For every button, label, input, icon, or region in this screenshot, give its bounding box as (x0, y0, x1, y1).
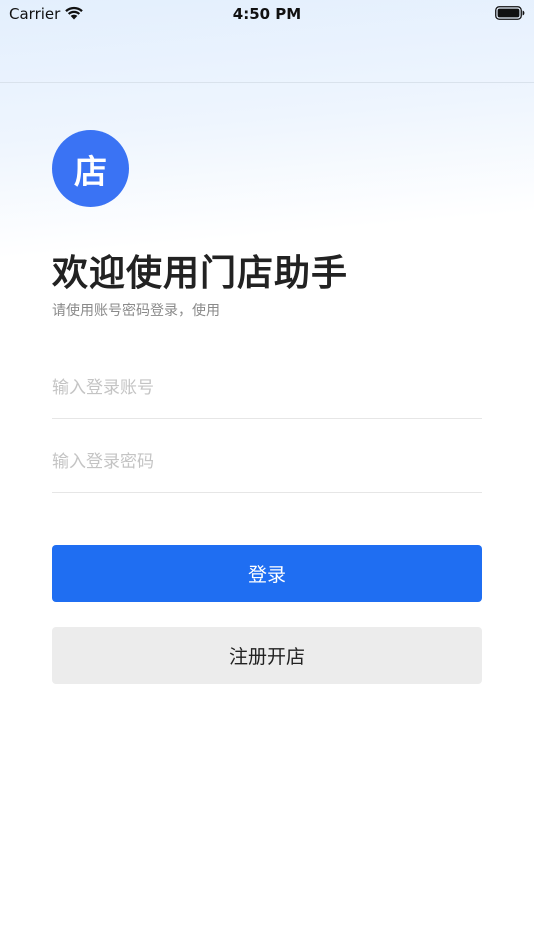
page-title: 欢迎使用门店助手 (52, 253, 349, 294)
register-store-button[interactable]: 注册开店 (52, 627, 482, 684)
battery-icon (495, 6, 525, 20)
store-logo: 店 (52, 130, 129, 207)
password-input[interactable] (52, 448, 482, 476)
password-field (52, 434, 482, 493)
login-button-label: 登录 (247, 564, 286, 586)
page-subtitle: 请使用账号密码登录，使用 (52, 303, 220, 319)
status-bar: Carrier 4:50 PM (0, 0, 534, 28)
register-button-label: 注册开店 (228, 646, 305, 668)
account-field (52, 360, 482, 419)
navigation-bar (0, 28, 534, 83)
account-input[interactable] (52, 374, 482, 402)
logo-text: 店 (74, 151, 107, 191)
login-button[interactable]: 登录 (52, 545, 482, 602)
status-time: 4:50 PM (232, 5, 302, 23)
